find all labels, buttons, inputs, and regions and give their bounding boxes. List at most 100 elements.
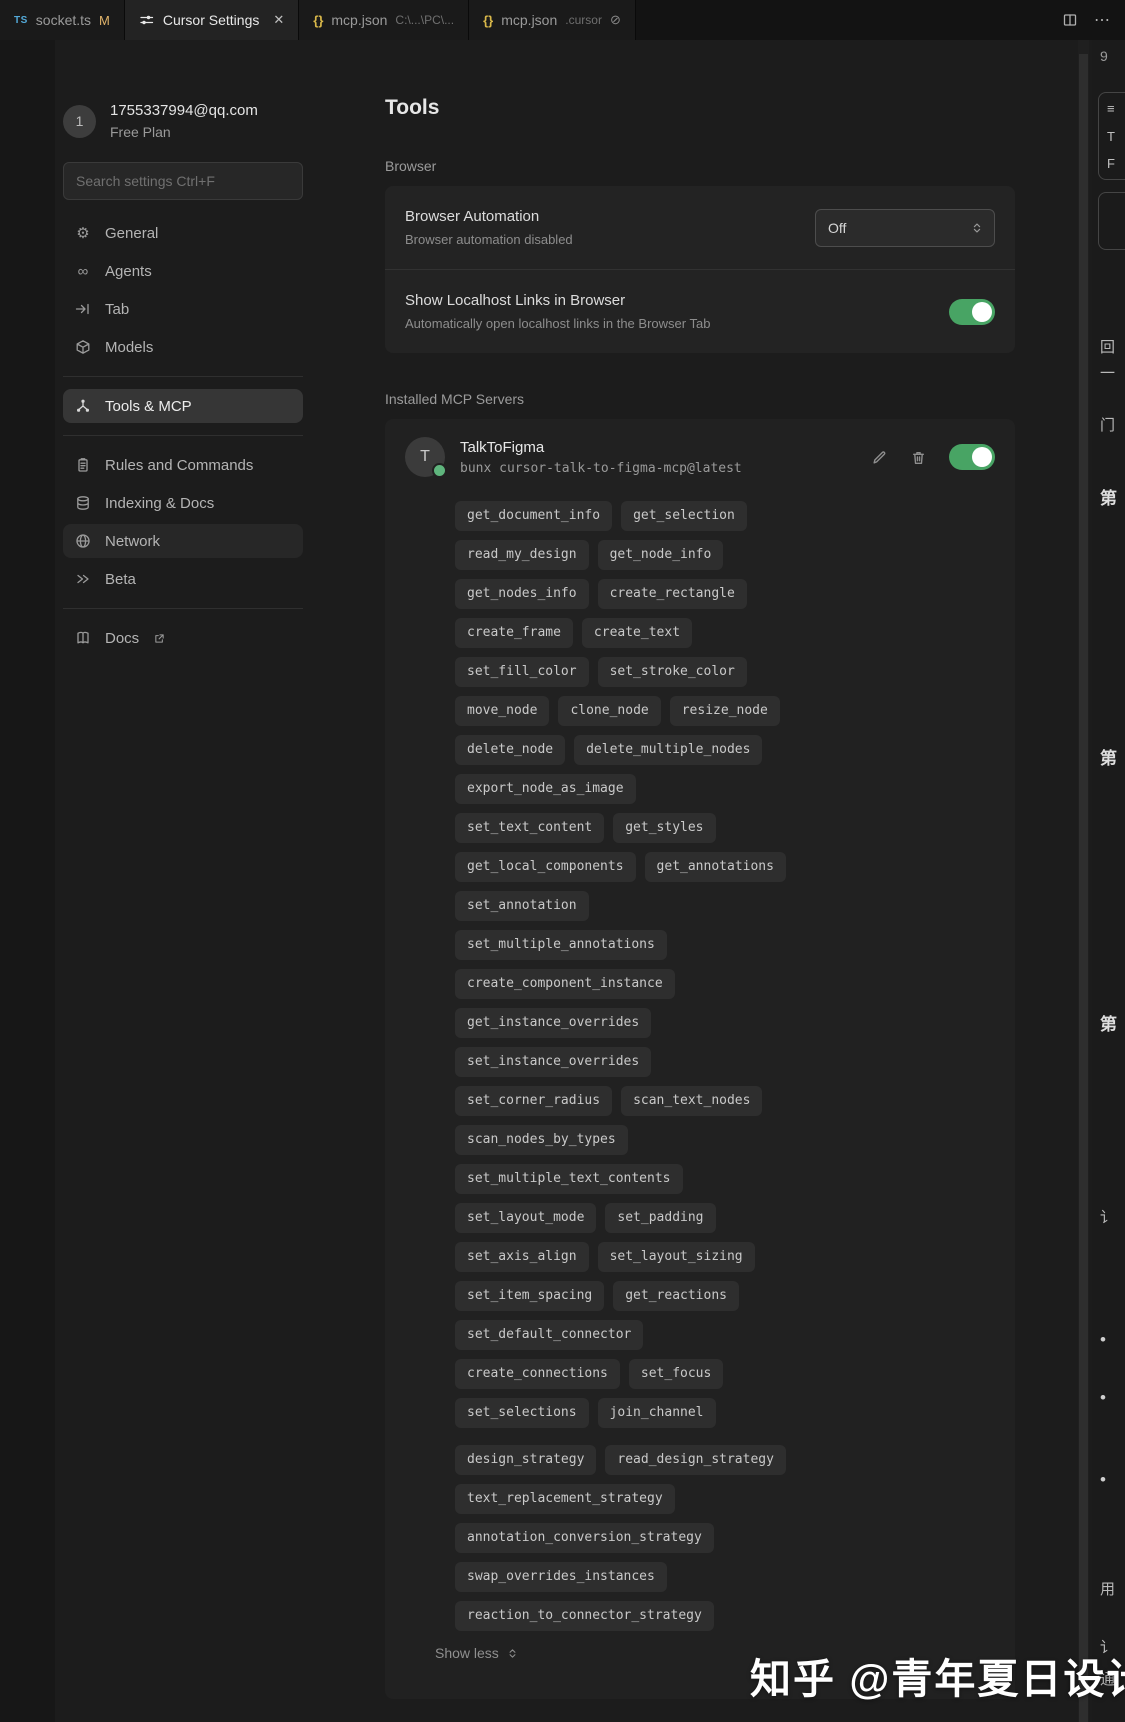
account-email: 1755337994@qq.com	[110, 102, 258, 119]
tool-tag[interactable]: export_node_as_image	[455, 774, 636, 804]
tool-tag[interactable]: get_nodes_info	[455, 579, 589, 609]
tool-tag[interactable]: create_text	[582, 618, 692, 648]
tool-tag[interactable]: design_strategy	[455, 1445, 596, 1475]
setting-title: Browser Automation	[405, 208, 573, 225]
tool-tag[interactable]: set_annotation	[455, 891, 589, 921]
localhost-links-toggle[interactable]	[949, 299, 995, 325]
tab-cursor-settings[interactable]: Cursor Settings ✕	[125, 0, 299, 40]
tool-tag[interactable]: get_reactions	[613, 1281, 739, 1311]
search-input[interactable]	[63, 162, 303, 200]
database-icon	[73, 495, 93, 511]
tab-mcp-json-2[interactable]: {} mcp.json .cursor ⊘	[469, 0, 636, 40]
box-line: ≡	[1107, 101, 1125, 116]
sidebar-item-docs[interactable]: Docs	[63, 621, 303, 655]
tool-tag[interactable]: set_stroke_color	[598, 657, 747, 687]
tool-tag[interactable]: resize_node	[670, 696, 780, 726]
clipped-text-fragment: 用	[1100, 1578, 1115, 1599]
tool-tag[interactable]: set_multiple_annotations	[455, 930, 667, 960]
tool-tag[interactable]: set_default_connector	[455, 1320, 643, 1350]
tool-tag[interactable]: set_selections	[455, 1398, 589, 1428]
server-command: bunx cursor-talk-to-figma-mcp@latest	[460, 461, 742, 476]
edit-pencil-icon[interactable]	[871, 449, 888, 466]
tool-tag[interactable]: move_node	[455, 696, 549, 726]
right-panel-box	[1098, 192, 1125, 250]
tool-tag[interactable]: create_component_instance	[455, 969, 675, 999]
mcp-server-header: T TalkToFigma bunx cursor-talk-to-figma-…	[405, 437, 995, 477]
tool-tag-row: design_strategy read_design_strategy	[455, 1445, 995, 1475]
tool-tag[interactable]: create_frame	[455, 618, 573, 648]
tool-tag[interactable]: set_layout_mode	[455, 1203, 596, 1233]
tool-tag[interactable]: get_styles	[613, 813, 715, 843]
server-status-dot	[432, 463, 447, 478]
sidebar-item-general[interactable]: ⚙ General	[63, 216, 303, 250]
browser-automation-select[interactable]: Off	[815, 209, 995, 247]
tool-tag[interactable]: get_instance_overrides	[455, 1008, 651, 1038]
close-icon[interactable]: ✕	[273, 12, 284, 28]
tool-tag[interactable]: text_replacement_strategy	[455, 1484, 675, 1514]
tool-tag[interactable]: scan_nodes_by_types	[455, 1125, 628, 1155]
sidebar-item-label: General	[105, 225, 158, 242]
sidebar-item-network[interactable]: Network	[63, 524, 303, 558]
tool-tag-row: read_my_design get_node_info	[455, 540, 995, 570]
vertical-scrollbar[interactable]	[1078, 40, 1089, 1722]
tool-tag[interactable]: get_selection	[621, 501, 747, 531]
tool-tag[interactable]: read_design_strategy	[605, 1445, 786, 1475]
sidebar-item-beta[interactable]: Beta	[63, 562, 303, 596]
tool-tag[interactable]: get_annotations	[645, 852, 786, 882]
right-panel-count: 9	[1100, 48, 1108, 64]
tool-tag[interactable]: set_multiple_text_contents	[455, 1164, 683, 1194]
tool-tag[interactable]: clone_node	[558, 696, 660, 726]
tool-tag[interactable]: set_item_spacing	[455, 1281, 604, 1311]
infinity-icon: ∞	[73, 263, 93, 280]
server-enabled-toggle[interactable]	[949, 444, 995, 470]
sidebar-item-label: Beta	[105, 571, 136, 588]
editor-tab-bar: TS socket.ts M Cursor Settings ✕ {} mcp.…	[0, 0, 1125, 40]
split-editor-icon[interactable]	[1062, 12, 1078, 28]
tool-tag-row: set_layout_mode set_padding	[455, 1203, 995, 1233]
tool-tag[interactable]: set_focus	[629, 1359, 723, 1389]
scrollbar-thumb[interactable]	[1079, 54, 1088, 1722]
tool-tag[interactable]: delete_multiple_nodes	[574, 735, 762, 765]
tool-tag[interactable]: get_node_info	[598, 540, 724, 570]
tool-tag[interactable]: join_channel	[598, 1398, 716, 1428]
browser-section-label: Browser	[385, 158, 1015, 174]
chevron-up-down-icon	[970, 221, 984, 235]
delete-trash-icon[interactable]	[910, 449, 927, 466]
tool-tag[interactable]: set_instance_overrides	[455, 1047, 651, 1077]
tool-tag[interactable]: reaction_to_connector_strategy	[455, 1601, 714, 1631]
tab-socket-ts[interactable]: TS socket.ts M	[0, 0, 125, 40]
typescript-file-icon: TS	[14, 15, 28, 26]
tool-tag[interactable]: set_corner_radius	[455, 1086, 612, 1116]
tool-tag[interactable]: set_text_content	[455, 813, 604, 843]
tool-tag[interactable]: set_axis_align	[455, 1242, 589, 1272]
sidebar-item-rules-commands[interactable]: Rules and Commands	[63, 448, 303, 482]
tool-tag[interactable]: set_fill_color	[455, 657, 589, 687]
divider	[63, 608, 303, 609]
tool-tag[interactable]: annotation_conversion_strategy	[455, 1523, 714, 1553]
tool-tag[interactable]: read_my_design	[455, 540, 589, 570]
sidebar-item-label: Tools & MCP	[105, 398, 192, 415]
tab-label: mcp.json	[501, 12, 557, 28]
sidebar-item-label: Agents	[105, 263, 152, 280]
tool-tag-row: get_local_components get_annotations	[455, 852, 995, 882]
account-block: 1 1755337994@qq.com Free Plan	[63, 102, 303, 140]
sidebar-item-tab[interactable]: Tab	[63, 292, 303, 326]
tool-tag[interactable]: scan_text_nodes	[621, 1086, 762, 1116]
tool-tag[interactable]: get_document_info	[455, 501, 612, 531]
clipped-text-fragment: 第	[1100, 484, 1117, 509]
tool-tag-group: get_document_info get_selection read_my_de…	[455, 501, 995, 1428]
sidebar-item-agents[interactable]: ∞ Agents	[63, 254, 303, 288]
tool-tag[interactable]: delete_node	[455, 735, 565, 765]
right-panel-box: ≡ T F	[1098, 92, 1125, 180]
tool-tag[interactable]: swap_overrides_instances	[455, 1562, 667, 1592]
tab-mcp-json-1[interactable]: {} mcp.json C:\...\PC\...	[299, 0, 469, 40]
sidebar-item-models[interactable]: Models	[63, 330, 303, 364]
more-actions-icon[interactable]: ⋯	[1094, 10, 1111, 30]
tool-tag[interactable]: set_layout_sizing	[598, 1242, 755, 1272]
sidebar-item-tools-mcp[interactable]: Tools & MCP	[63, 389, 303, 423]
sidebar-item-indexing-docs[interactable]: Indexing & Docs	[63, 486, 303, 520]
tool-tag[interactable]: get_local_components	[455, 852, 636, 882]
tool-tag[interactable]: create_connections	[455, 1359, 620, 1389]
tool-tag[interactable]: set_padding	[605, 1203, 715, 1233]
tool-tag[interactable]: create_rectangle	[598, 579, 747, 609]
